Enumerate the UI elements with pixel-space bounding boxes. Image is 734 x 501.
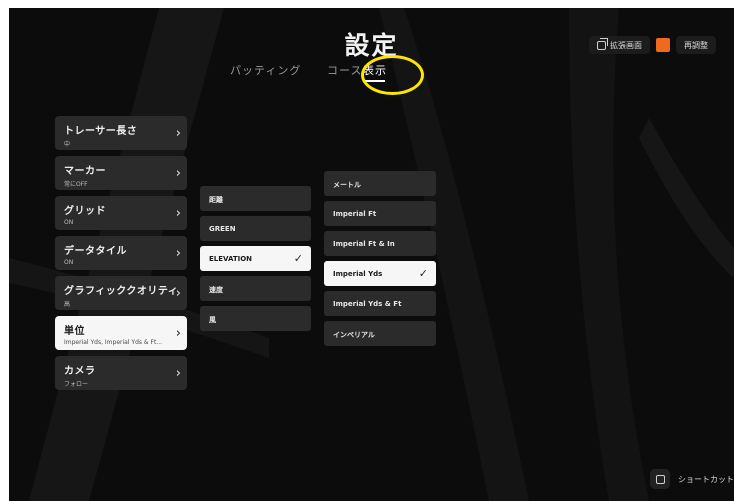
check-icon: ✓ bbox=[293, 252, 303, 265]
menu-item-label: マーカー bbox=[64, 166, 106, 177]
submenu-item-label: 風 bbox=[209, 316, 216, 324]
menu-item-label: カメラ bbox=[64, 366, 96, 377]
expand-screen-button[interactable]: 拡張画面 bbox=[589, 36, 650, 54]
top-right-controls: 拡張画面 再調整 bbox=[589, 36, 716, 54]
option-label: メートル bbox=[333, 181, 361, 189]
option-meters[interactable]: メートル bbox=[324, 171, 436, 196]
submenu-item-wind[interactable]: 風 bbox=[200, 306, 311, 331]
menu-item-data-tile[interactable]: データタイル ON › bbox=[55, 236, 187, 270]
shortcut-icon bbox=[650, 469, 670, 489]
option-label: Imperial Yds & Ft bbox=[333, 300, 402, 308]
settings-menu: トレーサー長さ 中 › マーカー 常にOFF › グリッド ON › データタイ… bbox=[55, 116, 187, 396]
menu-item-value: Imperial Yds, Imperial Yds & Ft... bbox=[64, 339, 163, 346]
submenu-item-green[interactable]: GREEN bbox=[200, 216, 311, 241]
menu-item-value: 中 bbox=[64, 141, 71, 148]
chevron-right-icon: › bbox=[175, 326, 181, 341]
readjust-button[interactable]: 再調整 bbox=[676, 36, 716, 54]
submenu-item-label: 距離 bbox=[209, 196, 223, 204]
tab-course[interactable]: コース bbox=[327, 62, 362, 78]
elevation-unit-options: メートル Imperial Ft Imperial Ft & In Imperi… bbox=[324, 171, 436, 351]
readjust-label: 再調整 bbox=[684, 40, 708, 50]
chevron-right-icon: › bbox=[175, 206, 181, 221]
menu-item-value: フォロー bbox=[64, 381, 89, 388]
window-expand-icon bbox=[597, 37, 608, 50]
submenu-item-label: GREEN bbox=[209, 225, 236, 233]
chevron-right-icon: › bbox=[175, 366, 181, 381]
menu-item-marker[interactable]: マーカー 常にOFF › bbox=[55, 156, 187, 190]
option-imperial-ft-in[interactable]: Imperial Ft & In bbox=[324, 231, 436, 256]
submenu-item-label: ELEVATION bbox=[209, 255, 253, 263]
menu-item-label: グリッド bbox=[64, 206, 106, 217]
menu-item-tracer-length[interactable]: トレーサー長さ 中 › bbox=[55, 116, 187, 150]
option-label: インペリアル bbox=[333, 331, 375, 339]
menu-item-value: 高 bbox=[64, 301, 71, 308]
submenu-item-elevation[interactable]: ELEVATION ✓ bbox=[200, 246, 311, 271]
units-submenu: 距離 GREEN ELEVATION ✓ 速度 風 bbox=[200, 186, 311, 336]
menu-item-label: グラフィッククオリティ bbox=[64, 286, 179, 297]
settings-screen: 設定 パッティング コース 表示 拡張画面 再調整 トレーサー長さ 中 › マー… bbox=[9, 8, 734, 501]
chevron-right-icon: › bbox=[175, 286, 181, 301]
menu-item-label: 単位 bbox=[64, 326, 85, 337]
menu-item-value: ON bbox=[64, 259, 74, 266]
menu-item-value: ON bbox=[64, 219, 74, 226]
menu-item-label: データタイル bbox=[64, 246, 127, 257]
option-imperial-yds-ft[interactable]: Imperial Yds & Ft bbox=[324, 291, 436, 316]
readjust-icon[interactable] bbox=[656, 38, 670, 52]
chevron-right-icon: › bbox=[175, 166, 181, 181]
option-imperial-ft[interactable]: Imperial Ft bbox=[324, 201, 436, 226]
check-icon: ✓ bbox=[418, 267, 428, 280]
tab-putting[interactable]: パッティング bbox=[230, 62, 301, 78]
menu-item-grid[interactable]: グリッド ON › bbox=[55, 196, 187, 230]
menu-item-label: トレーサー長さ bbox=[64, 126, 138, 137]
option-imperial[interactable]: インペリアル bbox=[324, 321, 436, 346]
chevron-right-icon: › bbox=[175, 126, 181, 141]
shortcut-label: ショートカット bbox=[678, 474, 734, 484]
option-imperial-yds[interactable]: Imperial Yds ✓ bbox=[324, 261, 436, 286]
shortcut-button[interactable]: ショートカット bbox=[650, 469, 734, 489]
menu-item-camera[interactable]: カメラ フォロー › bbox=[55, 356, 187, 390]
option-label: Imperial Ft bbox=[333, 210, 377, 218]
submenu-item-speed[interactable]: 速度 bbox=[200, 276, 311, 301]
menu-item-value: 常にOFF bbox=[64, 181, 88, 188]
highlight-annotation bbox=[361, 55, 424, 95]
option-label: Imperial Yds bbox=[333, 270, 383, 278]
expand-screen-label: 拡張画面 bbox=[610, 40, 642, 50]
submenu-item-distance[interactable]: 距離 bbox=[200, 186, 311, 211]
menu-item-graphic-quality[interactable]: グラフィッククオリティ 高 › bbox=[55, 276, 187, 310]
submenu-item-label: 速度 bbox=[209, 286, 223, 294]
option-label: Imperial Ft & In bbox=[333, 240, 395, 248]
menu-item-units[interactable]: 単位 Imperial Yds, Imperial Yds & Ft... › bbox=[55, 316, 187, 350]
chevron-right-icon: › bbox=[175, 246, 181, 261]
